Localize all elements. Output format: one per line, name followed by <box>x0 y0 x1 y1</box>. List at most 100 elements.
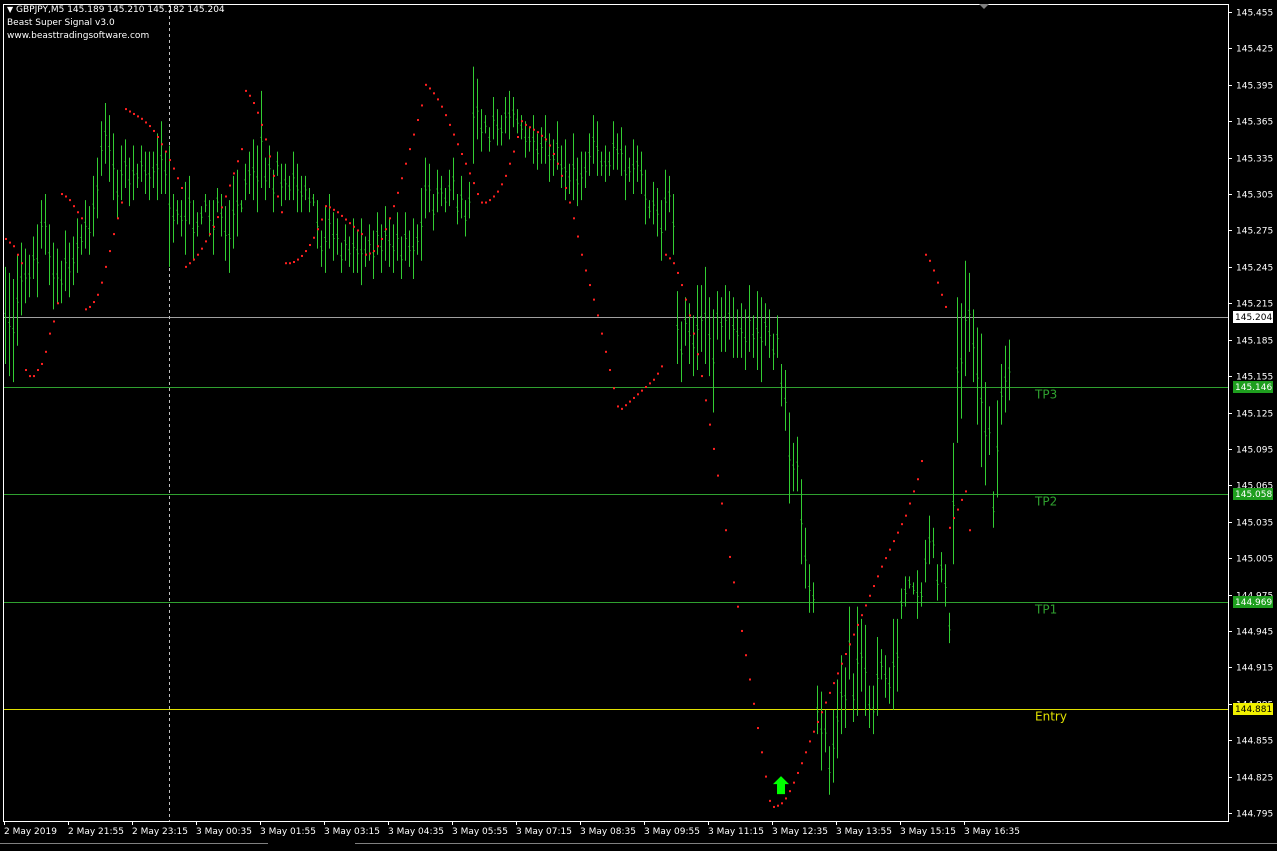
sar-dot <box>637 393 639 396</box>
sar-dot <box>233 172 235 175</box>
sar-dot <box>61 193 63 196</box>
sar-dot <box>37 369 39 372</box>
sar-dot <box>757 727 759 730</box>
sar-dot <box>145 121 147 124</box>
sar-dot <box>573 217 575 220</box>
sar-dot <box>549 144 551 147</box>
x-tick-label: 3 May 16:35 <box>964 827 1020 837</box>
sar-dot <box>257 111 259 114</box>
sar-dot <box>933 269 935 272</box>
sar-dot <box>81 217 83 220</box>
indicator-name: Beast Super Signal v3.0 <box>7 18 115 28</box>
sar-dot <box>713 447 715 450</box>
bottom-tab-left[interactable] <box>0 843 268 848</box>
sar-dot <box>613 387 615 390</box>
y-tick-label: 144.945 <box>1236 628 1273 638</box>
sar-dot <box>65 195 67 198</box>
sar-dot <box>229 184 231 187</box>
x-tick-label: 2 May 2019 <box>4 827 57 837</box>
sar-dot <box>809 740 811 743</box>
sar-dot <box>541 134 543 137</box>
sar-dot <box>401 177 403 180</box>
chart-area[interactable]: 145.455 145.425 145.395 145.365 145.335 145.3… <box>0 0 1277 847</box>
sar-dot <box>197 253 199 256</box>
level-name-tp2: TP2 <box>1034 495 1057 509</box>
price-badge-label: 145.146 <box>1235 383 1272 393</box>
sar-dot <box>173 167 175 170</box>
sar-dot <box>537 131 539 134</box>
price-chart[interactable]: 145.455 145.425 145.395 145.365 145.335 145.3… <box>0 0 1277 847</box>
sar-dot <box>533 128 535 131</box>
sar-dot <box>121 201 123 204</box>
sar-dot <box>649 382 651 385</box>
sar-dot <box>721 502 723 505</box>
sar-dot <box>817 720 819 723</box>
x-tick-label: 3 May 13:55 <box>836 827 892 837</box>
sar-dot <box>705 399 707 402</box>
y-tick-label: 145.455 <box>1236 9 1273 19</box>
sar-dot <box>141 117 143 120</box>
sar-dot <box>281 211 283 214</box>
level-name-tp1: TP1 <box>1034 603 1057 617</box>
sar-dot <box>93 301 95 304</box>
bottom-tab-right[interactable] <box>355 843 1277 848</box>
y-tick-label: 144.915 <box>1236 664 1273 674</box>
sar-dot <box>357 229 359 232</box>
y-tick-label: 144.795 <box>1236 810 1273 820</box>
sar-dot <box>589 284 591 287</box>
x-tick-label: 3 May 05:55 <box>452 827 508 837</box>
sar-dot <box>829 691 831 694</box>
sar-dot <box>853 633 855 636</box>
sar-dot <box>621 407 623 410</box>
x-tick-label: 3 May 07:15 <box>516 827 572 837</box>
sar-dot <box>205 240 207 243</box>
sar-dot <box>701 375 703 378</box>
sar-dot <box>913 490 915 493</box>
sar-dot <box>9 241 11 244</box>
sar-dot <box>209 233 211 236</box>
sar-dot <box>761 751 763 754</box>
sar-dot <box>641 389 643 392</box>
sar-dot <box>709 423 711 426</box>
sar-dot <box>777 804 779 807</box>
sar-dot <box>513 150 515 153</box>
sar-dot <box>601 332 603 335</box>
sar-dot <box>445 114 447 117</box>
sar-dot <box>253 102 255 105</box>
sar-dot <box>457 143 459 146</box>
sar-dot <box>577 235 579 238</box>
sar-dot <box>833 682 835 685</box>
sar-dot <box>665 253 667 256</box>
price-badge-label: 144.969 <box>1235 598 1272 608</box>
sar-dot <box>309 244 311 247</box>
sar-dot <box>725 529 727 532</box>
sar-dot <box>473 182 475 185</box>
sar-dot <box>889 548 891 551</box>
sar-dot <box>685 298 687 301</box>
sar-dot <box>269 155 271 158</box>
collapse-triangle-icon[interactable]: ▼ <box>7 5 13 14</box>
sar-dot <box>753 702 755 705</box>
sar-dot <box>693 332 695 335</box>
sar-dot <box>289 262 291 265</box>
sar-dot <box>125 108 127 111</box>
sar-dot <box>5 237 7 240</box>
sar-dot <box>881 565 883 568</box>
sar-dot <box>485 201 487 204</box>
x-tick-label: 3 May 09:55 <box>644 827 700 837</box>
sar-dot <box>517 136 519 139</box>
sar-dot <box>869 594 871 597</box>
symbol-header: ▼ GBPJPY,M5 145.189 145.210 145.182 145.… <box>7 5 225 15</box>
sar-dot <box>941 293 943 296</box>
sar-dot <box>609 369 611 372</box>
sar-dot <box>865 604 867 607</box>
y-tick-label: 145.095 <box>1236 446 1273 456</box>
y-tick-label: 145.185 <box>1236 337 1273 347</box>
sar-dot <box>909 502 911 505</box>
sar-dot <box>405 162 407 165</box>
x-tick-label: 2 May 23:15 <box>132 827 188 837</box>
sar-dot <box>617 405 619 408</box>
sar-dot <box>97 293 99 296</box>
sar-dot <box>225 195 227 198</box>
sar-dot <box>161 143 163 146</box>
